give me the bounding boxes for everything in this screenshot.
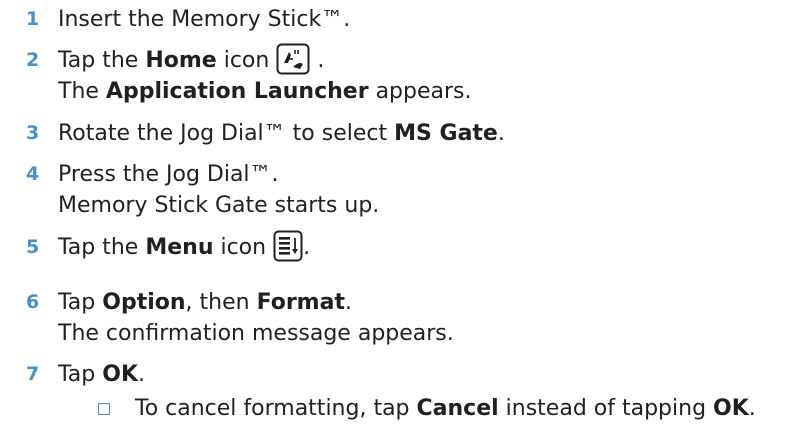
format-label: Format — [256, 290, 345, 315]
step-number: 5 — [26, 236, 40, 258]
home-icon — [276, 43, 310, 75]
step-number: 7 — [26, 363, 40, 385]
cancel-label: Cancel — [416, 396, 499, 421]
menu-label: Menu — [145, 235, 214, 260]
step-text: Insert the Memory Stick™. — [58, 4, 350, 35]
step-number: 2 — [26, 49, 40, 71]
step-number: 3 — [26, 122, 40, 144]
application-launcher-label: Application Launcher — [105, 79, 369, 104]
sub-bullet-text: To cancel formatting, tap Cancel instead… — [135, 396, 756, 421]
step-number: 6 — [26, 291, 40, 313]
step-text: Tap the Home icon . The Application Laun… — [58, 43, 472, 107]
step-6-line-2: The confirmation message appears. — [58, 321, 454, 346]
step-text: Rotate the Jog Dial™ to select MS Gate. — [58, 121, 505, 146]
home-label: Home — [145, 48, 217, 73]
step-number: 1 — [26, 8, 40, 30]
step-number: 4 — [26, 163, 40, 185]
step-text: Press the Jog Dial™. Memory Stick Gate s… — [58, 159, 379, 221]
step-text: Tap OK. — [58, 362, 145, 387]
step-1-text: Insert the Memory Stick™. — [58, 7, 351, 32]
step-2-line-2: The Application Launcher appears. — [58, 79, 472, 104]
checkbox-bullet-icon — [98, 403, 110, 415]
option-label: Option — [102, 290, 186, 315]
step-4-line-2: Memory Stick Gate starts up. — [58, 193, 380, 218]
ok-label: OK — [713, 396, 749, 421]
ok-label: OK — [102, 362, 138, 387]
step-text: Tap Option, then Format. The confirmatio… — [58, 287, 454, 349]
step-text: Tap the Menu icon . — [58, 230, 310, 263]
ms-gate-label: MS Gate — [394, 121, 498, 146]
step-6-line-1: Tap Option, then Format. — [58, 290, 352, 315]
menu-icon — [273, 230, 303, 262]
step-2-line-1: Tap the Home icon . — [58, 43, 472, 76]
step-4-line-1: Press the Jog Dial™. — [58, 162, 279, 187]
